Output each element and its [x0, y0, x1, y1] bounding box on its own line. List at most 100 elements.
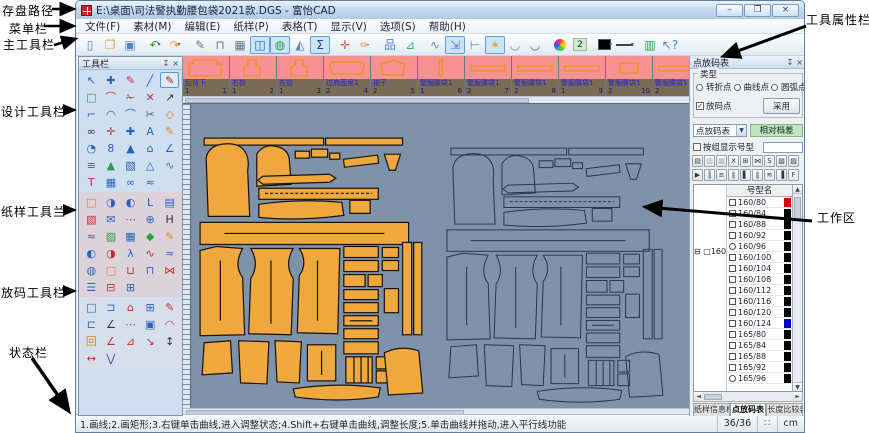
- size-table-hscrollbar[interactable]: ◄ ►: [693, 392, 803, 402]
- grading-tool-icon[interactable]: □: [82, 299, 101, 315]
- size-color-swatch[interactable]: [784, 242, 791, 251]
- point-type-radio[interactable]: [696, 84, 703, 91]
- drawing-canvas[interactable]: [183, 103, 689, 408]
- film-icon[interactable]: ▥: [640, 36, 660, 54]
- grading-table-button[interactable]: ▐: [776, 169, 787, 181]
- size-checkbox[interactable]: [729, 287, 736, 294]
- panel-close-icon[interactable]: ×: [796, 58, 803, 67]
- grading-table-button[interactable]: ∥: [728, 169, 739, 181]
- size-table-vscrollbar[interactable]: ▲ ▼: [792, 185, 802, 391]
- window-view-icon[interactable]: ◫: [250, 36, 270, 54]
- design-tool-icon[interactable]: ⌒: [102, 89, 121, 105]
- size-checkbox[interactable]: [729, 309, 736, 316]
- panel-pin-icon[interactable]: ↧: [787, 58, 794, 67]
- grading-table-button[interactable]: ▤: [692, 155, 703, 167]
- design-tool-icon[interactable]: ∞: [82, 123, 101, 139]
- pattern-tool-icon[interactable]: ≈: [160, 245, 179, 261]
- size-checkbox[interactable]: [729, 342, 736, 349]
- design-tool-icon[interactable]: △: [141, 157, 160, 173]
- dropdown-caret-icon[interactable]: ▾: [609, 41, 612, 48]
- design-tool-icon[interactable]: ∿: [160, 157, 179, 173]
- size-row[interactable]: 160/80: [727, 197, 792, 208]
- size-color-swatch[interactable]: [784, 253, 791, 262]
- size-color-swatch[interactable]: [784, 286, 791, 295]
- design-tool-icon[interactable]: ◠: [102, 106, 121, 122]
- size-checkbox[interactable]: [729, 320, 736, 327]
- size-color-swatch[interactable]: [784, 198, 791, 207]
- clothes-rack-icon[interactable]: ⊓: [210, 36, 230, 54]
- pattern-tool-icon[interactable]: ⊔: [121, 262, 140, 278]
- size-checkbox[interactable]: [729, 364, 736, 371]
- pattern-cell[interactable]: 左前13: [277, 56, 323, 96]
- grading-tool-icon[interactable]: ✎: [160, 299, 179, 315]
- pattern-tool-icon[interactable]: ⋯: [121, 211, 140, 227]
- pattern-tool-icon[interactable]: ☰: [82, 279, 101, 295]
- design-tool-icon[interactable]: ▧: [121, 157, 140, 173]
- ruler-icon[interactable]: ⊢: [465, 36, 485, 54]
- design-tool-icon[interactable]: A: [141, 123, 160, 139]
- pattern-group-filled[interactable]: [200, 138, 423, 400]
- size-radio[interactable]: [729, 243, 736, 250]
- pattern-tool-icon[interactable]: ▦: [121, 228, 140, 244]
- grading-tool-icon[interactable]: ∠: [102, 316, 121, 332]
- size-checkbox[interactable]: [729, 199, 736, 206]
- grading-tool-icon[interactable]: ∠: [102, 333, 121, 349]
- structure-icon[interactable]: 品: [380, 36, 400, 54]
- design-tool-icon[interactable]: T: [82, 174, 101, 190]
- undo-icon[interactable]: ↶▾: [145, 36, 165, 54]
- design-tool-icon[interactable]: □: [82, 89, 101, 105]
- size-row[interactable]: 160/96: [727, 241, 792, 252]
- grid-table-icon[interactable]: ▦: [230, 36, 250, 54]
- close-button[interactable]: ×: [772, 4, 799, 17]
- pattern-cell[interactable]: 警服腰袋116: [418, 56, 464, 96]
- size-row[interactable]: 160/108: [727, 274, 792, 285]
- size-checkbox[interactable]: [729, 298, 736, 305]
- menu-item-7[interactable]: 选项(S): [380, 19, 416, 34]
- size-checkbox[interactable]: [729, 265, 736, 272]
- size-color-swatch[interactable]: [784, 275, 791, 284]
- size-row[interactable]: 160/84: [727, 208, 792, 219]
- design-tool-icon[interactable]: ✎: [160, 123, 179, 139]
- table-mode-dropdown[interactable]: 点放码表 ▼: [693, 124, 747, 137]
- tab-点放码表[interactable]: 点放码表: [730, 403, 767, 416]
- design-tool-icon[interactable]: ╱: [141, 72, 160, 88]
- scroll-up-icon[interactable]: ▲: [793, 185, 802, 194]
- menu-item-3[interactable]: 编辑(E): [185, 19, 221, 34]
- menu-item-2[interactable]: 素材(M): [133, 19, 171, 34]
- pattern-strip-scrollbar[interactable]: [183, 96, 689, 103]
- grading-tool-icon[interactable]: 回: [82, 333, 101, 349]
- size-color-swatch[interactable]: [784, 209, 791, 218]
- title-bar[interactable]: E:\桌面\司法警执勤腰包袋2021款.DGS - 富怡CAD –❐×: [76, 1, 804, 19]
- pattern-tool-icon[interactable]: ▧: [82, 211, 101, 227]
- tool-panel-titlebar[interactable]: 工具栏 ↧ ×: [79, 57, 182, 70]
- design-tool-icon[interactable]: ∠: [160, 140, 179, 156]
- size-checkbox[interactable]: [729, 353, 736, 360]
- pattern-tool-icon[interactable]: L: [141, 194, 160, 210]
- size-row[interactable]: 160/112: [727, 285, 792, 296]
- grading-table-button[interactable]: ≡: [716, 169, 727, 181]
- design-tool-icon[interactable]: ✛: [102, 123, 121, 139]
- size-row[interactable]: 160/104: [727, 263, 792, 274]
- chart-icon[interactable]: ⊿: [400, 36, 420, 54]
- pattern-cell[interactable]: 右前12: [230, 56, 276, 96]
- design-tool-icon[interactable]: ≡: [82, 157, 101, 173]
- menu-item-1[interactable]: 文件(F): [85, 19, 120, 34]
- curve-line-icon[interactable]: ∿: [425, 36, 445, 54]
- grading-table-button[interactable]: ‖: [752, 169, 763, 181]
- minimize-button[interactable]: –: [716, 4, 743, 17]
- line-width-2-icon[interactable]: 2: [570, 36, 590, 54]
- dropdown-caret-icon[interactable]: ▾: [178, 41, 181, 48]
- size-color-swatch[interactable]: [784, 264, 791, 273]
- grading-tool-icon[interactable]: ⋯: [121, 316, 140, 332]
- line-style-icon[interactable]: ▾: [615, 36, 635, 54]
- grading-tool-icon[interactable]: ↕: [160, 333, 179, 349]
- size-color-swatch[interactable]: [784, 374, 791, 383]
- size-row[interactable]: 160/116: [727, 296, 792, 307]
- grading-table-button[interactable]: ▶: [692, 169, 703, 181]
- size-checkbox[interactable]: [729, 254, 736, 261]
- size-color-swatch[interactable]: [784, 330, 791, 339]
- grading-tool-icon[interactable]: ⊞: [141, 299, 160, 315]
- size-row[interactable]: 160/124: [727, 318, 792, 329]
- grading-point-checkbox[interactable]: ✓: [696, 102, 704, 110]
- point-type-radio[interactable]: [734, 84, 741, 91]
